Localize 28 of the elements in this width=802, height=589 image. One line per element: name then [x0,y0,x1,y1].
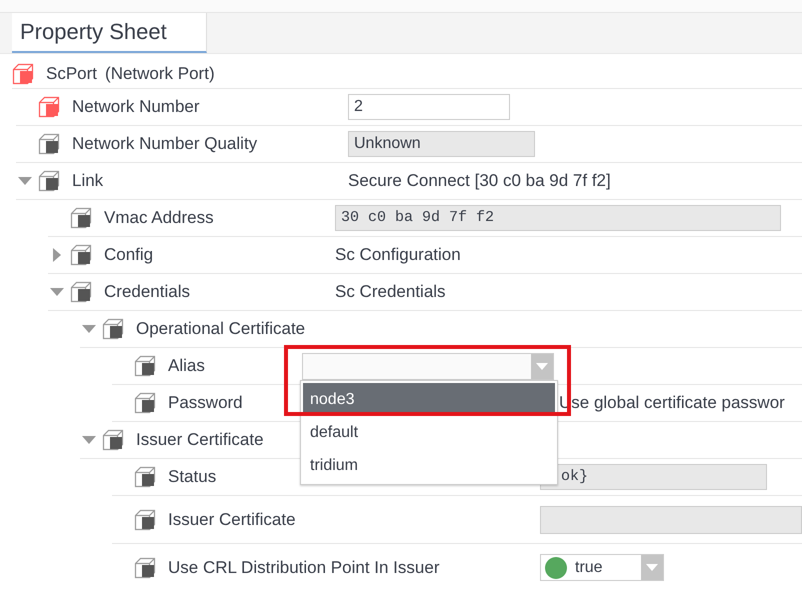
property-value: Sc Configuration [335,245,461,265]
caret-icon[interactable] [531,354,553,378]
dropdown-option[interactable]: default [303,416,555,449]
alias-dropdown[interactable] [302,352,554,380]
property-label: Alias [168,356,205,376]
readonly-field: 30 c0 ba 9d 7f f2 [335,205,781,231]
property-label: ScPort [46,64,98,84]
caret-icon[interactable] [641,555,663,580]
boolean-dropdown[interactable]: true [540,554,664,581]
property-label: Operational Certificate [136,319,306,339]
readonly-field: ok} [540,464,767,490]
property-label: Issuer Certificate [168,510,296,530]
property-label: Network Number [72,97,200,117]
property-label: Password [168,393,243,413]
input-field[interactable]: 2 [348,94,510,120]
property-label: Vmac Address [104,208,214,228]
property-label: Issuer Certificate [136,430,264,450]
type-label: (Network Port) [105,64,215,84]
property-label: Network Number Quality [72,134,258,154]
property-sheet-tab[interactable]: Property Sheet [12,13,207,53]
property-value: Secure Connect [30 c0 ba 9d 7f f2] [348,171,611,191]
property-label: Credentials [104,282,190,302]
property-label: Status [168,467,216,487]
property-label: Use CRL Distribution Point In Issuer [168,558,440,578]
property-label: Config [104,245,154,265]
property-value: Sc Credentials [335,282,446,302]
property-label: Link [72,171,104,191]
readonly-field: Unknown [348,131,535,157]
